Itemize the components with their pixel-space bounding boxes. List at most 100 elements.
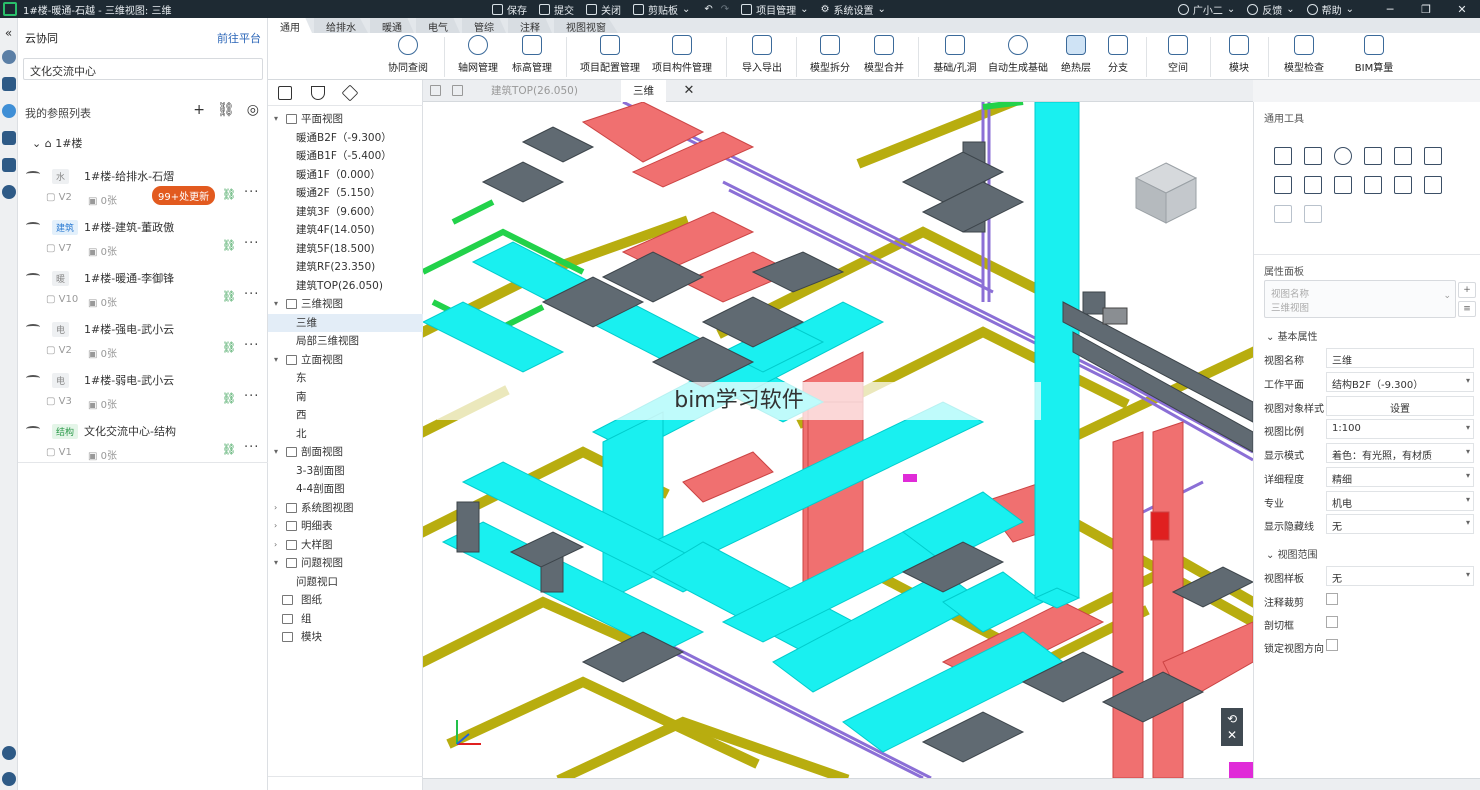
visibility-icon[interactable] bbox=[26, 273, 40, 279]
add-icon[interactable]: + bbox=[193, 102, 205, 118]
redo-button[interactable]: ↷ bbox=[721, 4, 729, 15]
goto-platform-link[interactable]: 前往平台 bbox=[217, 30, 261, 46]
cube-icon[interactable] bbox=[2, 77, 16, 91]
view-template-select[interactable]: 无 bbox=[1326, 566, 1474, 586]
discipline-select[interactable]: 机电 bbox=[1326, 491, 1474, 511]
more-icon[interactable]: ··· bbox=[244, 236, 259, 251]
branch-button[interactable]: 分支 bbox=[1104, 35, 1132, 74]
visibility-icon[interactable] bbox=[26, 222, 40, 228]
tree-group-issue[interactable]: ▾ 问题视图 bbox=[268, 554, 423, 572]
project-management-button[interactable]: 项目管理 ⌄ bbox=[741, 2, 809, 17]
detail-level-select[interactable]: 精细 bbox=[1326, 467, 1474, 487]
ref-link-icon[interactable]: ⛓ bbox=[222, 341, 236, 354]
tab-coordination[interactable]: 管综 bbox=[462, 18, 506, 33]
connect-icon[interactable] bbox=[1364, 176, 1382, 194]
split-tool-icon[interactable] bbox=[1394, 147, 1412, 165]
ref-link-icon[interactable]: ⛓ bbox=[222, 239, 236, 252]
feedback-button[interactable]: 反馈 ⌄ bbox=[1247, 2, 1295, 17]
collab-review-button[interactable]: 协同查阅 bbox=[388, 35, 428, 74]
pin-icon[interactable] bbox=[1304, 205, 1322, 223]
cloud-sync-icon[interactable] bbox=[2, 50, 16, 64]
folder-icon[interactable] bbox=[2, 131, 16, 145]
tree-item[interactable]: 建筑TOP(26.050) bbox=[268, 277, 423, 295]
insulation-button[interactable]: 绝热层 bbox=[1058, 35, 1094, 74]
window-icon[interactable] bbox=[452, 85, 463, 96]
tree-item[interactable]: 东 bbox=[268, 369, 423, 387]
link-icon[interactable]: ⛓ bbox=[217, 102, 235, 118]
visibility-icon[interactable] bbox=[26, 375, 40, 381]
tree-item[interactable]: 建筑3F（9.600） bbox=[268, 203, 423, 221]
ref-item[interactable]: 电 1#楼-弱电-武小云 ▢ V3 ▣ 0张 ⛓ ··· bbox=[18, 370, 268, 420]
expand-icon[interactable]: + bbox=[1458, 282, 1476, 298]
tree-group-3d[interactable]: ▾ 三维视图 bbox=[268, 295, 423, 313]
ref-link-icon[interactable]: ⛓ bbox=[222, 443, 236, 456]
tree-item[interactable]: 西 bbox=[268, 406, 423, 424]
measure-icon[interactable] bbox=[1274, 205, 1292, 223]
project-config-button[interactable]: 项目配置管理 bbox=[580, 35, 640, 74]
lock-view-checkbox[interactable] bbox=[1326, 639, 1338, 651]
tab-electrical[interactable]: 电气 bbox=[416, 18, 460, 33]
tab-plumbing[interactable]: 给排水 bbox=[314, 18, 368, 33]
array-icon[interactable] bbox=[1334, 176, 1352, 194]
tree-item[interactable]: 4-4剖面图 bbox=[268, 480, 423, 498]
work-plane-select[interactable]: 结构B2F（-9.300） bbox=[1326, 372, 1474, 392]
tab-general[interactable]: 通用 bbox=[268, 18, 312, 33]
bell-icon[interactable] bbox=[2, 746, 16, 760]
tree-item[interactable]: 局部三维视图 bbox=[268, 332, 423, 350]
undo-button[interactable]: ↶ bbox=[704, 4, 712, 15]
clipboard-button[interactable]: 剪贴板 ⌄ bbox=[633, 2, 690, 17]
more-icon[interactable]: ··· bbox=[244, 287, 259, 302]
close-window-button[interactable]: ✕ bbox=[1444, 3, 1480, 16]
more-icon[interactable]: ··· bbox=[244, 389, 259, 404]
collab-icon[interactable] bbox=[2, 104, 16, 118]
delete-icon[interactable] bbox=[1424, 176, 1442, 194]
tree-group-schedule[interactable]: › 明细表 bbox=[268, 517, 423, 535]
space-button[interactable]: 空间 bbox=[1160, 35, 1196, 74]
section-box-checkbox[interactable] bbox=[1326, 616, 1338, 628]
view-cube-icon[interactable] bbox=[1131, 158, 1201, 228]
ref-link-icon[interactable]: ⛓ bbox=[222, 392, 236, 405]
panel-toggle-icon[interactable] bbox=[278, 86, 292, 100]
minimize-button[interactable]: ─ bbox=[1372, 3, 1408, 16]
tree-item[interactable]: 暖通B2F（-9.300） bbox=[268, 129, 423, 147]
ref-item[interactable]: 电 1#楼-强电-武小云 ▢ V2 ▣ 0张 ⛓ ··· bbox=[18, 319, 268, 369]
tree-group-elevation[interactable]: ▾ 立面视图 bbox=[268, 351, 423, 369]
restore-button[interactable]: ❐ bbox=[1408, 3, 1444, 16]
foundation-opening-button[interactable]: 基础/孔洞 bbox=[932, 35, 978, 74]
component-management-button[interactable]: 项目构件管理 bbox=[652, 35, 712, 74]
tab-view-3d[interactable]: 三维 bbox=[621, 80, 666, 102]
basic-properties-section[interactable]: ⌄ 基本属性 bbox=[1266, 328, 1318, 343]
tree-group-plan[interactable]: ▾ 平面视图 bbox=[268, 110, 423, 128]
tree-group-group[interactable]: 组 bbox=[268, 610, 423, 628]
collapse-icon[interactable]: « bbox=[0, 26, 17, 40]
more-icon[interactable]: ··· bbox=[244, 338, 259, 353]
close-file-button[interactable]: 关闭 bbox=[586, 2, 621, 17]
annotation-crop-checkbox[interactable] bbox=[1326, 593, 1338, 605]
tree-item[interactable]: 暖通2F（5.150） bbox=[268, 184, 423, 202]
tree-group-detail[interactable]: › 大样图 bbox=[268, 536, 423, 554]
project-selector[interactable]: 文化交流中心 bbox=[23, 58, 263, 80]
grid-management-button[interactable]: 轴网管理 bbox=[458, 35, 498, 74]
tree-item[interactable]: 南 bbox=[268, 388, 423, 406]
rotate-icon[interactable] bbox=[1334, 147, 1352, 165]
tree-group-sheet[interactable]: 图纸 bbox=[268, 591, 423, 609]
view-range-section[interactable]: ⌄ 视图范围 bbox=[1266, 546, 1318, 561]
display-mode-select[interactable]: 着色：有光照，有材质 bbox=[1326, 443, 1474, 463]
filter-icon[interactable] bbox=[311, 86, 325, 100]
ref-item[interactable]: 水 1#楼-给排水-石熠 ▢ V2 ▣ 0张 99+处更新 ⛓ ··· bbox=[18, 166, 268, 216]
submit-button[interactable]: 提交 bbox=[539, 2, 574, 17]
help-circle-icon[interactable] bbox=[2, 185, 16, 199]
tile-icon[interactable] bbox=[430, 85, 441, 96]
save-button[interactable]: 保存 bbox=[492, 2, 527, 17]
model-merge-button[interactable]: 模型合并 bbox=[864, 35, 904, 74]
ref-item[interactable]: 暖 1#楼-暖通-李御锋 ▢ V10 ▣ 0张 ⛓ ··· bbox=[18, 268, 268, 318]
close-tab-icon[interactable]: ✕ bbox=[681, 80, 697, 102]
tree-item[interactable]: 北 bbox=[268, 425, 423, 443]
mirror-icon[interactable] bbox=[1394, 176, 1412, 194]
ref-item[interactable]: 结构 文化交流中心-结构 ▢ V1 ▣ 0张 ⛓ ··· bbox=[18, 421, 268, 471]
tree-root[interactable]: ⌄ ⌂ 1#楼 bbox=[32, 135, 82, 151]
tab-view-window[interactable]: 视图视窗 bbox=[554, 18, 618, 33]
tab-view-top[interactable]: 建筑TOP(26.050) bbox=[491, 80, 578, 102]
upload-icon[interactable] bbox=[2, 772, 16, 786]
model-check-button[interactable]: 模型检查 bbox=[1282, 35, 1326, 74]
